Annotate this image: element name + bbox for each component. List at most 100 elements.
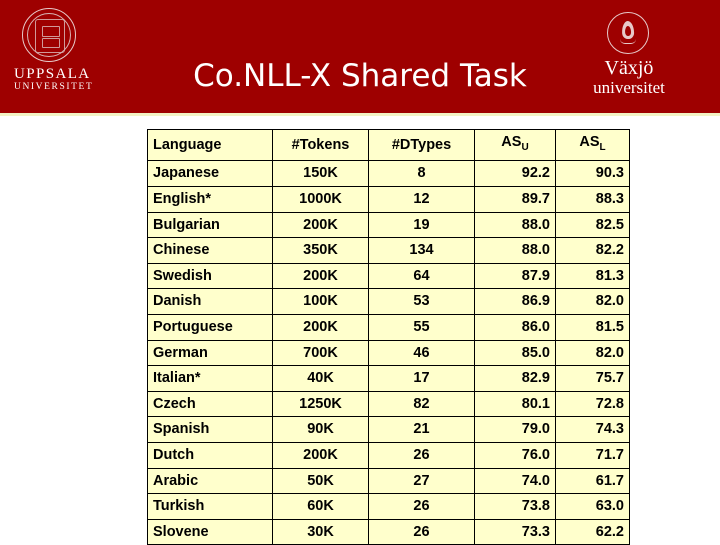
cell-asl: 75.7 <box>555 365 630 392</box>
cell-language: Arabic <box>147 467 273 495</box>
cell-language: Danish <box>147 288 273 316</box>
cell-dtypes: 26 <box>368 442 475 469</box>
cell-dtypes: 21 <box>368 416 475 444</box>
cell-asu: 79.0 <box>474 416 556 444</box>
table-row: Slovene 30K 26 73.3 62.2 <box>147 518 630 545</box>
cell-language: Bulgarian <box>147 211 273 239</box>
table-row: German 700K 46 85.0 82.0 <box>147 339 630 367</box>
cell-dtypes: 53 <box>368 288 475 316</box>
table-row: Italian* 40K 17 82.9 75.7 <box>147 365 630 392</box>
cell-dtypes: 26 <box>368 518 475 545</box>
cell-asu: 85.0 <box>474 339 556 367</box>
cell-asu: 82.9 <box>474 365 556 392</box>
cell-tokens: 200K <box>272 262 369 290</box>
results-table-container: Language #Tokens #DTypes ASU ASL Japanes… <box>147 128 630 545</box>
cell-tokens: 100K <box>272 288 369 316</box>
cell-tokens: 1250K <box>272 390 369 418</box>
cell-asl: 63.0 <box>555 493 630 520</box>
cell-asu: 92.2 <box>474 160 556 188</box>
column-header-asl-subscript: L <box>599 141 606 153</box>
table-body: Japanese 150K 8 92.2 90.3 English* 1000K 12 89.… <box>147 160 630 545</box>
cell-asu: 88.0 <box>474 237 556 264</box>
cell-language: Czech <box>147 390 273 418</box>
cell-language: Turkish <box>147 493 273 520</box>
cell-dtypes: 27 <box>368 467 475 495</box>
cell-asl: 82.2 <box>555 237 630 264</box>
cell-dtypes: 26 <box>368 493 475 520</box>
cell-asl: 81.3 <box>555 262 630 290</box>
cell-asu: 86.9 <box>474 288 556 316</box>
cell-asu: 89.7 <box>474 186 556 213</box>
cell-asl: 82.0 <box>555 339 630 367</box>
cell-tokens: 200K <box>272 211 369 239</box>
header-underline <box>0 113 720 116</box>
cell-language: Spanish <box>147 416 273 444</box>
cell-asl: 62.2 <box>555 518 630 545</box>
cell-asl: 74.3 <box>555 416 630 444</box>
cell-dtypes: 46 <box>368 339 475 367</box>
cell-asu: 87.9 <box>474 262 556 290</box>
results-table: Language #Tokens #DTypes ASU ASL Japanes… <box>147 128 630 545</box>
cell-language: German <box>147 339 273 367</box>
table-row: Spanish 90K 21 79.0 74.3 <box>147 416 630 444</box>
cell-tokens: 90K <box>272 416 369 444</box>
cell-asu: 86.0 <box>474 314 556 341</box>
column-header-asu: ASU <box>474 128 556 162</box>
cell-tokens: 60K <box>272 493 369 520</box>
cell-asl: 82.0 <box>555 288 630 316</box>
table-row: Arabic 50K 27 74.0 61.7 <box>147 467 630 495</box>
cell-asu: 80.1 <box>474 390 556 418</box>
cell-asl: 90.3 <box>555 160 630 188</box>
vaxjo-flame-icon <box>607 12 651 56</box>
table-row: Swedish 200K 64 87.9 81.3 <box>147 262 630 290</box>
cell-dtypes: 17 <box>368 365 475 392</box>
column-header-asu-subscript: U <box>521 141 529 153</box>
cell-tokens: 30K <box>272 518 369 545</box>
cell-dtypes: 8 <box>368 160 475 188</box>
cell-asu: 74.0 <box>474 467 556 495</box>
table-header-row: Language #Tokens #DTypes ASU ASL <box>147 128 630 162</box>
table-row: Chinese 350K 134 88.0 82.2 <box>147 237 630 264</box>
cell-dtypes: 64 <box>368 262 475 290</box>
cell-language: Portuguese <box>147 314 273 341</box>
column-header-asl-text: AS <box>579 134 600 150</box>
cell-dtypes: 82 <box>368 390 475 418</box>
column-header-asl: ASL <box>555 128 630 162</box>
cell-language: Dutch <box>147 442 273 469</box>
cell-dtypes: 55 <box>368 314 475 341</box>
cell-language: Slovene <box>147 518 273 545</box>
cell-language: Swedish <box>147 262 273 290</box>
cell-tokens: 200K <box>272 442 369 469</box>
uppsala-seal-icon <box>22 8 78 64</box>
cell-asl: 61.7 <box>555 467 630 495</box>
page-title: Co.NLL-X Shared Task <box>193 58 527 94</box>
table-row: Danish 100K 53 86.9 82.0 <box>147 288 630 316</box>
cell-tokens: 700K <box>272 339 369 367</box>
table-row: Dutch 200K 26 76.0 71.7 <box>147 442 630 469</box>
cell-tokens: 150K <box>272 160 369 188</box>
cell-tokens: 350K <box>272 237 369 264</box>
table-row: Japanese 150K 8 92.2 90.3 <box>147 160 630 188</box>
table-row: Bulgarian 200K 19 88.0 82.5 <box>147 211 630 239</box>
cell-language: English* <box>147 186 273 213</box>
cell-asu: 88.0 <box>474 211 556 239</box>
table-row: Czech 1250K 82 80.1 72.8 <box>147 390 630 418</box>
cell-dtypes: 12 <box>368 186 475 213</box>
slide: UPPSALA UNIVERSITET Växjö universitet Co… <box>0 0 720 545</box>
cell-dtypes: 134 <box>368 237 475 264</box>
cell-asl: 72.8 <box>555 390 630 418</box>
cell-asl: 81.5 <box>555 314 630 341</box>
table-row: English* 1000K 12 89.7 88.3 <box>147 186 630 213</box>
cell-dtypes: 19 <box>368 211 475 239</box>
cell-language: Italian* <box>147 365 273 392</box>
cell-tokens: 200K <box>272 314 369 341</box>
cell-tokens: 1000K <box>272 186 369 213</box>
cell-language: Chinese <box>147 237 273 264</box>
column-header-asu-text: AS <box>501 134 522 150</box>
cell-asl: 88.3 <box>555 186 630 213</box>
table-row: Turkish 60K 26 73.8 63.0 <box>147 493 630 520</box>
column-header-language: Language <box>147 128 273 162</box>
cell-asu: 73.3 <box>474 518 556 545</box>
cell-tokens: 40K <box>272 365 369 392</box>
cell-asl: 71.7 <box>555 442 630 469</box>
